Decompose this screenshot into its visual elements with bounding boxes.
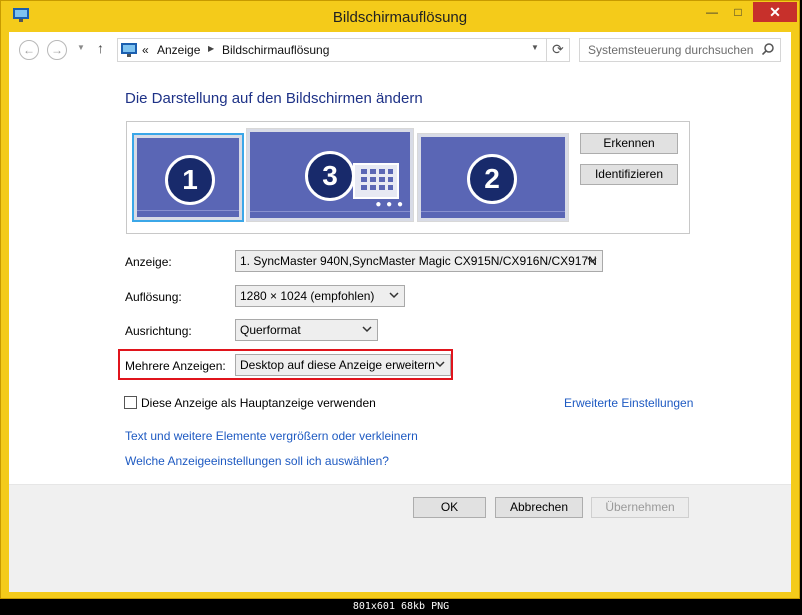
monitor-3-taskbar: [250, 211, 410, 212]
address-dropdown-chevron-icon[interactable]: ▼: [531, 43, 539, 52]
address-bar[interactable]: « Anzeige ▶ Bildschirmauflösung ▼ ⟳: [117, 38, 570, 62]
refresh-icon[interactable]: ⟳: [552, 41, 564, 58]
navigation-bar: ← → ▼ ↑ « Anzeige ▶ Bildschirmauflösung …: [9, 32, 791, 68]
page-heading: Die Darstellung auf den Bildschirmen änd…: [125, 90, 423, 107]
text-size-link[interactable]: Text und weitere Elemente vergrößern ode…: [125, 429, 418, 443]
monitor-2[interactable]: 2: [417, 133, 569, 222]
main-display-checkbox-label[interactable]: Diese Anzeige als Hauptanzeige verwenden: [141, 396, 376, 410]
image-caption: 801x601 68kb PNG: [352, 601, 450, 612]
back-arrow-icon[interactable]: ←: [19, 40, 39, 60]
resolution-dropdown[interactable]: 1280 × 1024 (empfohlen): [235, 285, 405, 307]
search-input[interactable]: Systemsteuerung durchsuchen: [588, 43, 753, 57]
client-area: ← → ▼ ↑ « Anzeige ▶ Bildschirmauflösung …: [9, 32, 791, 592]
chevron-down-icon: [435, 361, 445, 368]
monitor-3-screen: 3 ● ● ●: [250, 132, 410, 218]
tablet-keyboard-icon: [353, 163, 399, 199]
window: Bildschirmauflösung — □ ✕ ← → ▼ ↑ « Anze…: [0, 0, 800, 599]
close-button[interactable]: ✕: [753, 2, 797, 22]
main-display-checkbox[interactable]: [124, 396, 137, 409]
title-bar[interactable]: Bildschirmauflösung — □ ✕: [1, 1, 799, 32]
monitor-3[interactable]: 3 ● ● ●: [246, 128, 414, 222]
identify-button[interactable]: Identifizieren: [580, 164, 678, 185]
up-arrow-icon[interactable]: ↑: [97, 40, 104, 56]
forward-arrow-icon[interactable]: →: [47, 40, 67, 60]
breadcrumb-overflow[interactable]: «: [142, 43, 149, 57]
minimize-button[interactable]: —: [699, 2, 725, 22]
apply-button[interactable]: Übernehmen: [591, 497, 689, 518]
display-location-icon: [121, 43, 137, 57]
window-title: Bildschirmauflösung: [332, 9, 468, 26]
monitor-1-taskbar: [137, 210, 239, 211]
more-options-icon[interactable]: ● ● ●: [375, 199, 404, 210]
cancel-button[interactable]: Abbrechen: [495, 497, 583, 518]
orientation-value: Querformat: [240, 323, 301, 337]
monitor-3-number: 3: [305, 151, 355, 201]
multiple-displays-dropdown[interactable]: Desktop auf diese Anzeige erweitern: [235, 354, 451, 376]
which-settings-link[interactable]: Welche Anzeigeeinstellungen soll ich aus…: [125, 454, 389, 468]
ok-button[interactable]: OK: [413, 497, 486, 518]
multiple-displays-value: Desktop auf diese Anzeige erweitern: [240, 358, 435, 372]
monitor-1[interactable]: 1: [132, 133, 244, 222]
resolution-value: 1280 × 1024 (empfohlen): [240, 289, 375, 303]
chevron-down-icon: [389, 292, 399, 299]
breadcrumb-anzeige[interactable]: Anzeige: [157, 43, 200, 57]
monitor-1-screen: 1: [137, 138, 239, 217]
breadcrumb-separator-icon[interactable]: ▶: [208, 44, 214, 53]
display-label: Anzeige:: [125, 255, 172, 269]
resolution-label: Auflösung:: [125, 290, 182, 304]
breadcrumb-bildschirmaufloesung[interactable]: Bildschirmauflösung: [222, 43, 329, 57]
monitor-2-taskbar: [421, 211, 565, 212]
display-value: 1. SyncMaster 940N,SyncMaster Magic CX91…: [240, 254, 597, 268]
search-icon[interactable]: [762, 43, 774, 55]
orientation-label: Ausrichtung:: [125, 324, 192, 338]
search-box[interactable]: Systemsteuerung durchsuchen: [579, 38, 781, 62]
recent-locations-chevron-icon[interactable]: ▼: [77, 43, 85, 52]
detect-button[interactable]: Erkennen: [580, 133, 678, 154]
multiple-displays-label: Mehrere Anzeigen:: [125, 359, 226, 373]
address-divider: [546, 39, 547, 61]
chevron-down-icon: [587, 257, 597, 264]
advanced-settings-link[interactable]: Erweiterte Einstellungen: [564, 396, 693, 410]
maximize-button[interactable]: □: [725, 2, 751, 22]
monitor-2-number: 2: [467, 154, 517, 204]
display-dropdown[interactable]: 1. SyncMaster 940N,SyncMaster Magic CX91…: [235, 250, 603, 272]
monitor-2-screen: 2: [421, 137, 565, 218]
monitor-1-number: 1: [165, 155, 215, 205]
orientation-dropdown[interactable]: Querformat: [235, 319, 378, 341]
chevron-down-icon: [362, 326, 372, 333]
